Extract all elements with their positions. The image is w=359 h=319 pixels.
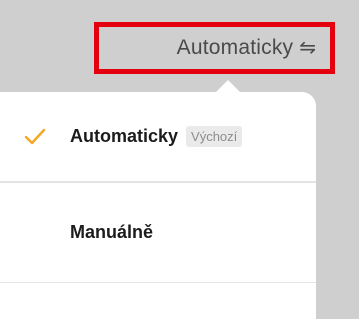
checkmark-icon: [24, 128, 46, 144]
option-label: Manuálně: [70, 222, 154, 242]
swap-arrows-icon: ⇋: [299, 37, 316, 59]
option-manualne[interactable]: Manuálně: [0, 182, 316, 282]
option-automaticky[interactable]: Automaticky Výchozí: [0, 92, 316, 182]
option-partial: [0, 282, 316, 319]
sort-mode-label: Automaticky: [176, 36, 294, 59]
default-badge: Výchozí: [186, 126, 243, 147]
sort-mode-button[interactable]: Automaticky ⇋: [94, 22, 335, 74]
sort-mode-dropdown: Automaticky Výchozí Manuálně: [0, 92, 316, 319]
check-slot: [0, 127, 70, 147]
screen: Automaticky ⇋ Automaticky Výchozí Manuál…: [0, 0, 359, 319]
option-label: Automaticky: [70, 126, 179, 146]
dropdown-pointer: [216, 80, 240, 92]
toolbar: Automaticky ⇋: [0, 0, 359, 86]
